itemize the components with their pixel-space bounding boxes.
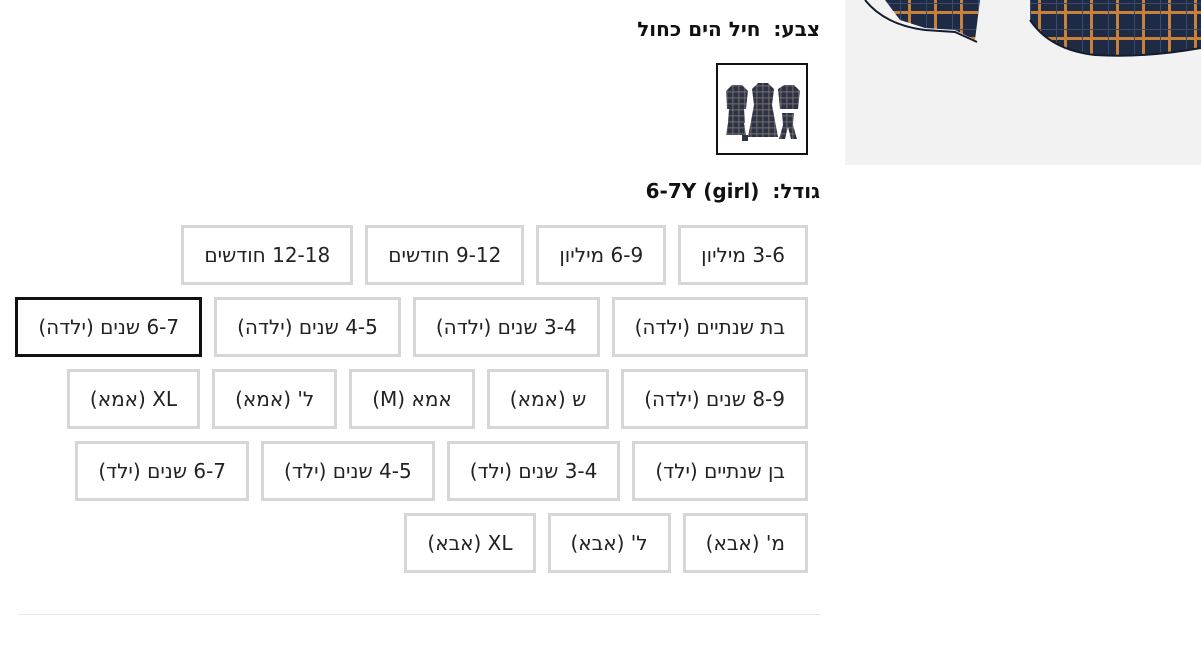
size-option-button[interactable]: 4-5 שנים (ילדה) xyxy=(214,297,401,357)
size-option-button[interactable]: בן שנתיים (ילד) xyxy=(632,441,808,501)
size-options-grid: 3-6 מיליון 6-9 מיליון 9-12 חודשים 12-18 חוד… xyxy=(0,225,808,585)
size-option-button-selected[interactable]: 6-7 שנים (ילדה) xyxy=(15,297,203,357)
size-option-button[interactable]: 3-4 שנים (ילד) xyxy=(446,441,621,501)
size-value: 6-7Y (girl) xyxy=(645,179,760,203)
size-heading: גודל: 6-7Y (girl) xyxy=(646,178,820,204)
size-option-button[interactable]: ל' (אבא) xyxy=(547,513,671,573)
size-option-button[interactable]: 3-4 שנים (ילדה) xyxy=(412,297,600,357)
size-row: מ' (אבא) ל' (אבא) XL (אבא) xyxy=(0,513,808,573)
size-option-button[interactable]: 9-12 חודשים xyxy=(365,225,525,285)
plaid-shirt-photo-icon xyxy=(845,0,1201,165)
size-option-button[interactable]: 12-18 חודשים xyxy=(181,225,354,285)
size-row: 3-6 מיליון 6-9 מיליון 9-12 חודשים 12-18 חוד… xyxy=(0,225,808,285)
size-row: בן שנתיים (ילד) 3-4 שנים (ילד) 4-5 שנים (י… xyxy=(0,441,808,501)
size-option-button[interactable]: מ' (אבא) xyxy=(682,513,808,573)
size-option-button[interactable]: ש (אמא) xyxy=(486,369,610,429)
size-option-button[interactable]: בת שנתיים (ילדה) xyxy=(611,297,808,357)
family-plaid-outfits-thumbnail-icon xyxy=(718,65,806,153)
size-option-button[interactable]: XL (אמא) xyxy=(66,369,201,429)
section-divider xyxy=(18,614,820,615)
color-heading: צבע: חיל הים כחול xyxy=(637,16,820,42)
color-value: חיל הים כחול xyxy=(637,17,761,41)
size-label: גודל: xyxy=(772,179,820,203)
color-label: צבע: xyxy=(773,17,820,41)
product-options-page: צבע: חיל הים כחול גודל: 6-7Y (girl) 3-6 … xyxy=(0,0,1201,667)
product-photo xyxy=(845,0,1201,165)
size-option-button[interactable]: XL (אבא) xyxy=(404,513,536,573)
size-row: בת שנתיים (ילדה) 3-4 שנים (ילדה) 4-5 שנים … xyxy=(0,297,808,357)
size-option-button[interactable]: אמא (M) xyxy=(349,369,475,429)
size-option-button[interactable]: ל' (אמא) xyxy=(212,369,338,429)
size-row: 8-9 שנים (ילדה) ש (אמא) אמא (M) ל' (אמא) XL … xyxy=(0,369,808,429)
size-option-button[interactable]: 8-9 שנים (ילדה) xyxy=(621,369,808,429)
size-option-button[interactable]: 6-7 שנים (ילד) xyxy=(75,441,250,501)
size-option-button[interactable]: 4-5 שנים (ילד) xyxy=(261,441,435,501)
color-swatch-navy[interactable] xyxy=(716,63,808,155)
size-option-button[interactable]: 6-9 מיליון xyxy=(536,225,667,285)
size-option-button[interactable]: 3-6 מיליון xyxy=(678,225,808,285)
